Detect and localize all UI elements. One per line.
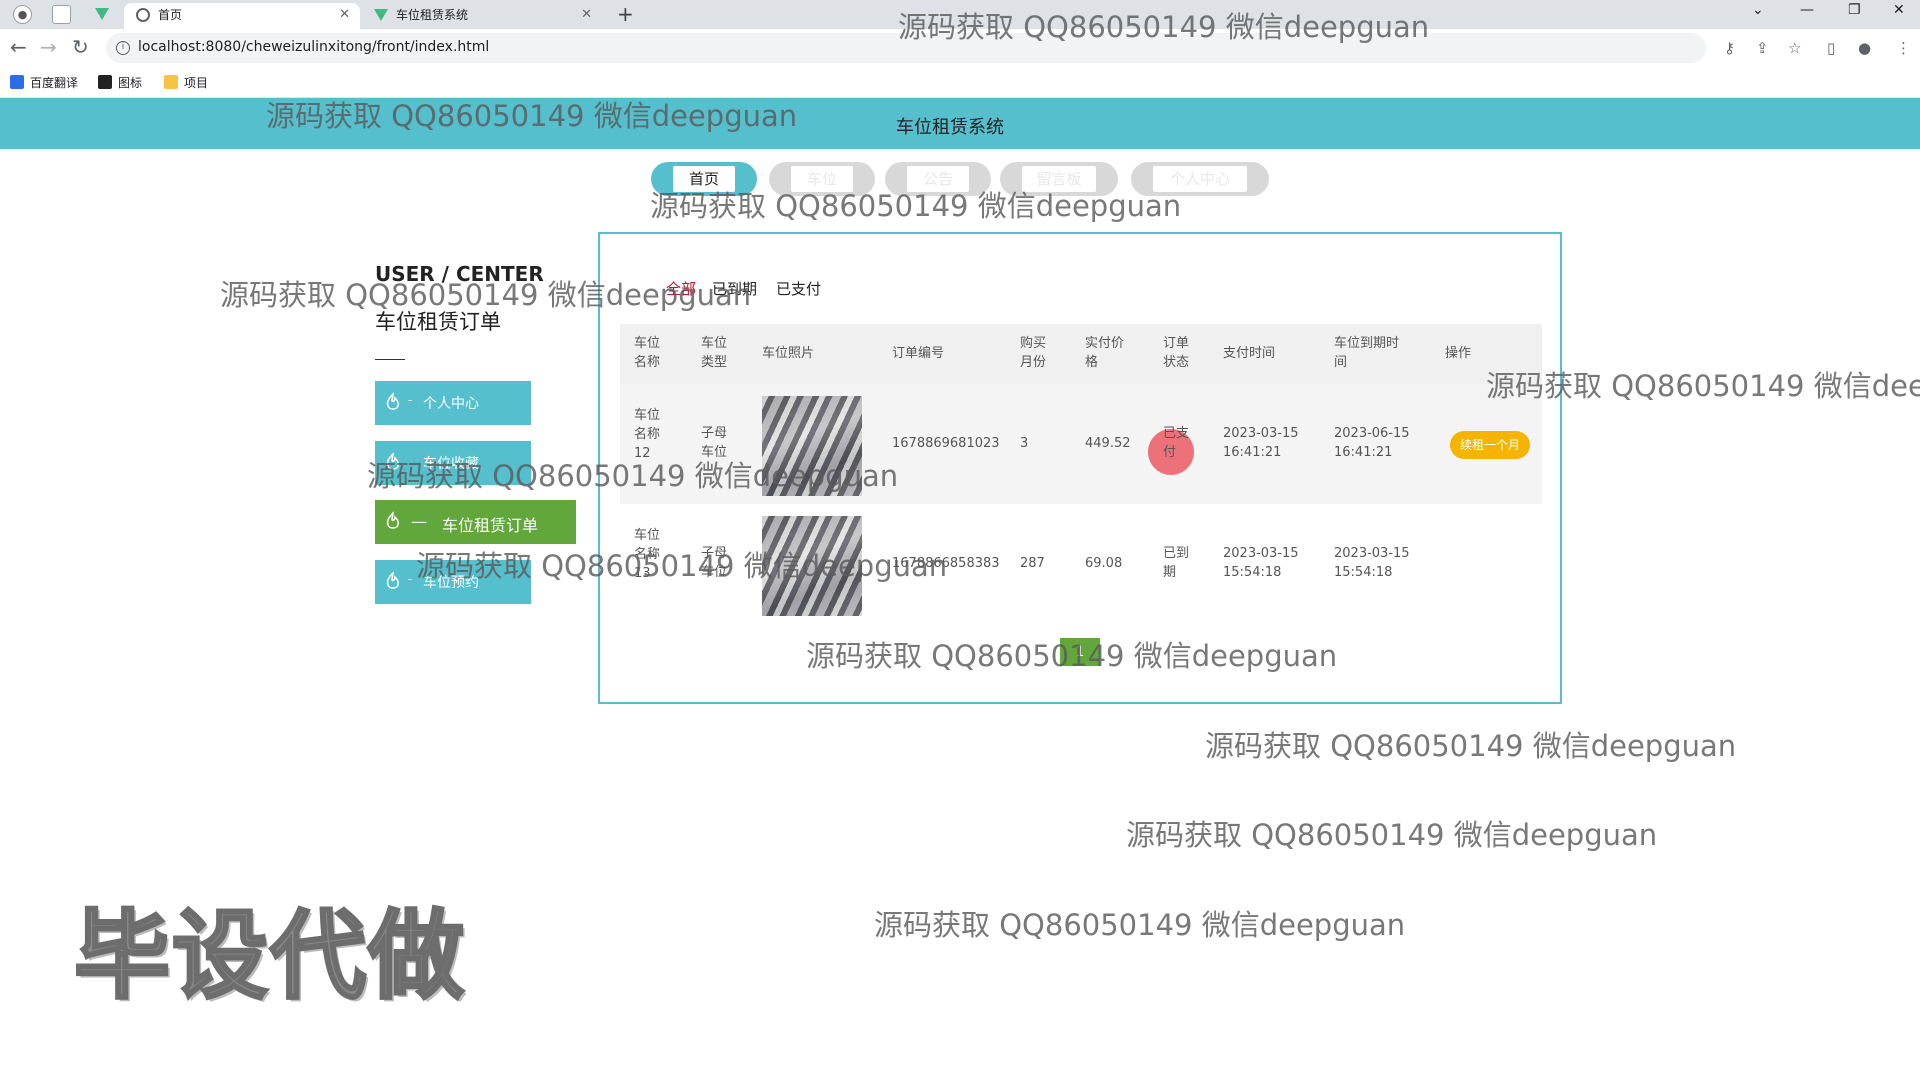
image-icon — [98, 75, 112, 89]
cell-months: 287 — [1020, 556, 1045, 571]
col-pay-time: 支付时间 — [1223, 346, 1276, 361]
col-action: 操作 — [1445, 346, 1472, 361]
menu-dash: - — [408, 572, 413, 586]
tab-search-chevron-icon[interactable]: ⌄ — [1752, 2, 1764, 18]
cell-expire-time: 2023-03-15 15:54:18 — [1334, 546, 1410, 580]
sidebar-item-orders[interactable]: — 车位租赁订单 — [375, 500, 576, 544]
tab-system-label: 车位租赁系统 — [396, 8, 469, 22]
back-icon[interactable]: ← — [10, 35, 27, 59]
new-tab-icon[interactable]: + — [617, 2, 634, 26]
filter-paid[interactable]: 已支付 — [776, 278, 821, 299]
watermark-text: 源码获取 QQ86050149 微信deepguan — [874, 908, 1406, 942]
col-photo: 车位照片 — [762, 346, 815, 361]
watermark-text: 源码获取 QQ86050149 微信deepguan — [1205, 729, 1737, 763]
watermark-text: 源码获取 QQ86050149 微信deepguan — [806, 639, 1338, 673]
sidebar-item-label: 个人中心 — [423, 396, 479, 412]
forward-icon[interactable]: → — [40, 35, 57, 59]
table-header: 车位名称 车位类型 车位照片 订单编号 购买月份 实付价格 订单状态 支付时间 … — [620, 324, 1542, 384]
menu-dash: — — [411, 512, 427, 531]
flame-icon — [386, 571, 399, 589]
key-icon[interactable]: ⚷ — [1724, 39, 1735, 57]
minimize-icon[interactable]: — — [1800, 2, 1814, 18]
watermark-text: 源码获取 QQ86050149 微信deepguan — [650, 189, 1182, 223]
col-status: 订单状态 — [1163, 336, 1190, 370]
watermark-text: 源码获取 QQ86050149 微信deepguan — [266, 99, 798, 133]
sidebar-item-label: 车位租赁订单 — [442, 516, 539, 535]
watermark-text: 源码获取 QQ86050149 微信deepguan — [367, 459, 899, 493]
tab-home-label: 首页 — [158, 8, 183, 22]
bookmark-label: 项目 — [184, 76, 209, 90]
window-close-icon[interactable]: ✕ — [1893, 2, 1905, 18]
globe-icon — [136, 8, 150, 22]
cell-pay-time: 2023-03-15 15:54:18 — [1223, 546, 1299, 580]
watermark-text: 源码获取 QQ86050149 微信deepguan — [220, 278, 752, 312]
watermark-text: 源码获取 QQ86050149 微信deepguan — [898, 10, 1430, 44]
bookmark-label: 图标 — [118, 76, 143, 90]
watermark-text: 源码获取 QQ86050149 微信deepguan — [1126, 818, 1658, 852]
cell-order-no: 1678869681023 — [892, 436, 1000, 451]
sidepanel-icon[interactable]: ▯ — [1827, 39, 1835, 57]
sidebar-item-user-center[interactable]: - 个人中心 — [375, 381, 531, 425]
col-order-no: 订单编号 — [892, 346, 945, 361]
tab-blank-icon[interactable] — [52, 5, 71, 24]
bookmark-project[interactable]: 项目 — [164, 74, 208, 91]
bookmark-label: 百度翻译 — [30, 76, 79, 90]
cell-status: 已支付 — [1163, 426, 1190, 460]
big-watermark: 毕设代做 — [73, 899, 466, 1014]
bookmark-star-icon[interactable]: ☆ — [1788, 39, 1801, 57]
flame-icon — [386, 392, 399, 410]
col-type: 车位类型 — [701, 336, 728, 370]
renew-one-month-button[interactable]: 续租一个月 — [1450, 431, 1530, 459]
restore-icon[interactable]: ❐ — [1848, 2, 1861, 18]
vue-tab-icon — [374, 9, 388, 23]
cell-months: 3 — [1020, 436, 1029, 451]
watermark-text: 源码获取 QQ86050149 微信deepguan — [1486, 369, 1920, 403]
translate-icon — [10, 75, 24, 89]
bookmark-baidu-translate[interactable]: 百度翻译 — [10, 74, 78, 91]
cell-status: 已到期 — [1163, 546, 1190, 580]
profile-icon[interactable]: ● — [1858, 39, 1871, 57]
watermark-text: 源码获取 QQ86050149 微信deepguan — [416, 549, 948, 583]
site-info-icon[interactable]: i — [116, 41, 130, 55]
bookmark-icons[interactable]: 图标 — [98, 74, 142, 91]
tab-system[interactable]: 车位租赁系统 ✕ — [362, 3, 602, 29]
menu-dots-icon[interactable]: ⋮ — [1896, 39, 1911, 57]
close-icon[interactable]: ✕ — [581, 3, 592, 27]
cell-price: 69.08 — [1085, 556, 1123, 571]
share-icon[interactable]: ⇪ — [1756, 39, 1769, 57]
sidebar-divider — [375, 359, 405, 360]
col-name: 车位名称 — [634, 336, 661, 370]
col-months: 购买月份 — [1020, 336, 1047, 370]
col-price: 实付价格 — [1085, 336, 1125, 370]
col-expire-time: 车位到期时间 — [1334, 336, 1400, 370]
reload-icon[interactable]: ↻ — [72, 35, 89, 59]
flame-icon — [386, 511, 399, 529]
close-icon[interactable]: ✕ — [339, 3, 350, 27]
url-text[interactable]: localhost:8080/cheweizulinxitong/front/i… — [138, 39, 489, 55]
tab-home[interactable]: 首页 ✕ — [124, 3, 360, 29]
folder-icon — [164, 75, 178, 89]
vue-logo-icon[interactable] — [95, 8, 109, 20]
cell-pay-time: 2023-03-15 16:41:21 — [1223, 426, 1299, 460]
tab-search-icon[interactable]: ● — [13, 5, 32, 24]
menu-dash: - — [408, 393, 413, 407]
cell-price: 449.52 — [1085, 436, 1131, 451]
cell-expire-time: 2023-06-15 16:41:21 — [1334, 426, 1410, 460]
